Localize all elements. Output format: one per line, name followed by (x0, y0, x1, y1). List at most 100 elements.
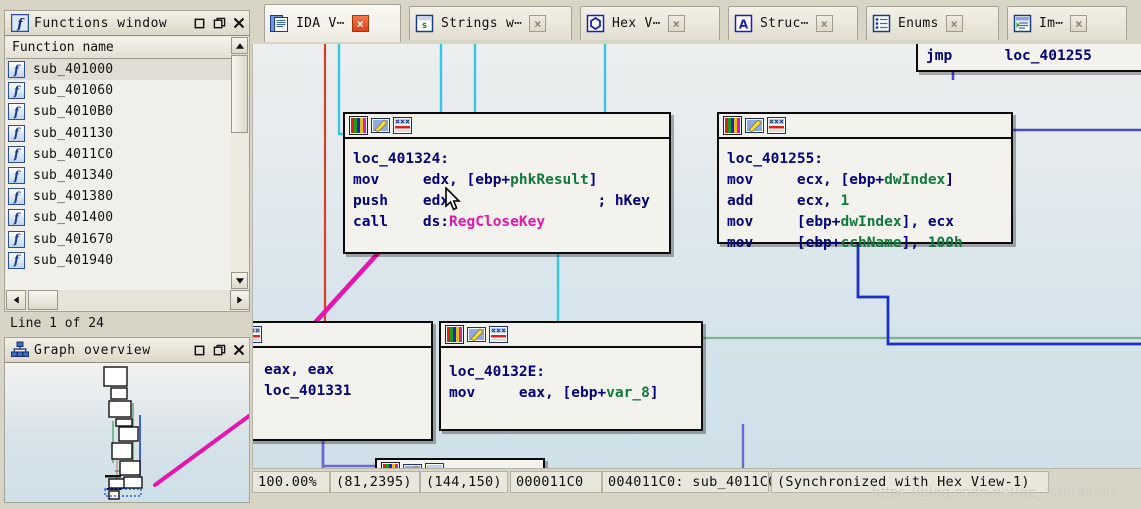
tab-imports[interactable]: Im⋯ × (1007, 6, 1127, 40)
function-f-icon: f (8, 103, 25, 121)
close-icon[interactable]: × (351, 15, 369, 32)
structures-icon: A (734, 14, 753, 33)
asm-operands: loc_401331 (264, 383, 352, 399)
node-header[interactable] (377, 460, 543, 468)
scrollbar-thumb[interactable] (28, 290, 58, 310)
asm-variable: phkResult (510, 172, 589, 188)
node-header[interactable] (345, 114, 669, 139)
tab-ida-view[interactable]: IDA V⋯ × (264, 4, 401, 42)
svg-text:s: s (422, 21, 427, 31)
rename-icon[interactable] (467, 325, 486, 344)
list-item[interactable]: f sub_401000 (6, 59, 232, 81)
function-f-icon: f (8, 145, 25, 163)
functions-window-body: Function name f sub_401000 f sub_401060 … (4, 36, 250, 312)
asm-mnemonic: mov (727, 172, 754, 188)
enums-icon (872, 14, 891, 33)
asm-operands: edx (422, 193, 450, 209)
restore-icon[interactable] (189, 340, 209, 360)
function-f-icon: f (8, 251, 25, 269)
function-name: sub_401940 (33, 252, 114, 268)
scroll-down-arrow-icon[interactable] (231, 272, 248, 289)
tab-label: Struc⋯ (760, 16, 809, 31)
node-header[interactable] (719, 114, 1011, 139)
node-header[interactable] (253, 323, 431, 348)
tab-strings-window[interactable]: s Strings w⋯ × (409, 6, 572, 40)
scrollbar-track[interactable] (231, 133, 248, 272)
function-f-icon: f (8, 167, 25, 185)
asm-mnemonic: add (727, 193, 754, 209)
close-icon[interactable]: × (529, 15, 547, 32)
close-icon[interactable]: × (1070, 15, 1088, 32)
close-icon[interactable]: × (815, 15, 833, 32)
function-f-icon: f (8, 61, 25, 79)
function-f-icon: f (8, 188, 25, 206)
asm-variable: cchName (840, 235, 902, 251)
close-icon[interactable]: × (945, 15, 963, 32)
close-icon[interactable]: × (667, 15, 685, 32)
graph-overview-minimap (103, 366, 249, 500)
function-name: sub_401000 (33, 62, 114, 78)
list-item[interactable]: f sub_4010B0 (6, 101, 232, 122)
functions-window-titlebar[interactable]: f Functions window (4, 10, 250, 36)
list-item[interactable]: f sub_401340 (6, 165, 232, 186)
node-header[interactable] (441, 323, 701, 348)
functions-horizontal-scrollbar[interactable] (6, 290, 250, 310)
xrefs-icon[interactable] (393, 116, 412, 135)
functions-column-header[interactable]: Function name (6, 37, 232, 59)
xrefs-icon[interactable] (767, 116, 786, 135)
tab-label: Hex V⋯ (612, 16, 661, 31)
graph-node-loc-401324[interactable]: loc_401324: mov edx, [ebp+phkResult] pus… (343, 112, 671, 254)
graph-node-loc-40132E[interactable]: loc_40132E: mov eax, [ebp+var_8] (439, 321, 703, 431)
list-item[interactable]: f sub_4011C0 (6, 144, 232, 165)
graph-view-canvas[interactable]: jmp loc_401255 loc_401324: mov edx, [ebp… (252, 44, 1141, 468)
asm-variable: var_8 (606, 385, 650, 401)
list-item[interactable]: f sub_401400 (6, 207, 232, 228)
node-body: loc_40132E: mov eax, [ebp+var_8] (449, 364, 659, 401)
ida-view-icon (270, 14, 289, 33)
graph-overview-body[interactable] (4, 363, 250, 503)
asm-label: loc_401255: (727, 151, 824, 167)
function-name: sub_401130 (33, 125, 114, 141)
function-f-icon: f (10, 13, 30, 33)
graph-node-partial-left[interactable]: eax, eax loc_401331 (253, 321, 433, 441)
function-name: sub_401400 (33, 210, 114, 226)
scroll-up-arrow-icon[interactable] (231, 37, 248, 54)
restore-icon[interactable] (189, 13, 209, 33)
tab-enums[interactable]: Enums × (866, 6, 999, 40)
functions-list[interactable]: f sub_401000 f sub_401060 f sub_4010B0 f… (6, 59, 232, 290)
asm-comment: ; hKey (597, 193, 650, 209)
tab-structures[interactable]: A Struc⋯ × (728, 6, 858, 40)
close-icon[interactable] (229, 340, 249, 360)
list-item[interactable]: f sub_401940 (6, 250, 232, 271)
maximize-icon[interactable] (209, 340, 229, 360)
list-item[interactable]: f sub_401670 (6, 229, 232, 250)
asm-api-call[interactable]: RegCloseKey (449, 214, 545, 230)
scroll-right-arrow-icon[interactable] (230, 290, 250, 310)
list-item[interactable]: f sub_401060 (6, 80, 232, 101)
asm-variable: dwIndex (884, 172, 946, 188)
asm-mnemonic: jmp (926, 48, 953, 64)
palette-icon[interactable] (349, 116, 368, 135)
tab-label: Strings w⋯ (441, 16, 523, 31)
status-coords-graph: (81,2395) (330, 471, 420, 493)
xrefs-icon[interactable] (253, 325, 262, 344)
list-item[interactable]: f sub_401380 (6, 186, 232, 207)
close-icon[interactable] (229, 13, 249, 33)
rename-icon[interactable] (745, 116, 764, 135)
tab-label: Im⋯ (1039, 16, 1064, 31)
maximize-icon[interactable] (209, 13, 229, 33)
palette-icon[interactable] (723, 116, 742, 135)
graph-node-bottom-clipped[interactable] (375, 458, 545, 468)
graph-node-jmp[interactable]: jmp loc_401255 (916, 44, 1141, 72)
function-name: sub_4011C0 (33, 146, 114, 162)
palette-icon[interactable] (445, 325, 464, 344)
tab-hex-view[interactable]: Hex V⋯ × (580, 6, 720, 40)
graph-overview-titlebar[interactable]: Graph overview (4, 337, 250, 363)
list-item[interactable]: f sub_401130 (6, 123, 232, 144)
scroll-left-arrow-icon[interactable] (6, 290, 26, 310)
scrollbar-thumb[interactable] (231, 55, 248, 133)
functions-vertical-scrollbar[interactable] (231, 37, 248, 289)
rename-icon[interactable] (371, 116, 390, 135)
graph-node-loc-401255[interactable]: loc_401255: mov ecx, [ebp+dwIndex] add e… (717, 112, 1013, 251)
xrefs-icon[interactable] (489, 325, 508, 344)
